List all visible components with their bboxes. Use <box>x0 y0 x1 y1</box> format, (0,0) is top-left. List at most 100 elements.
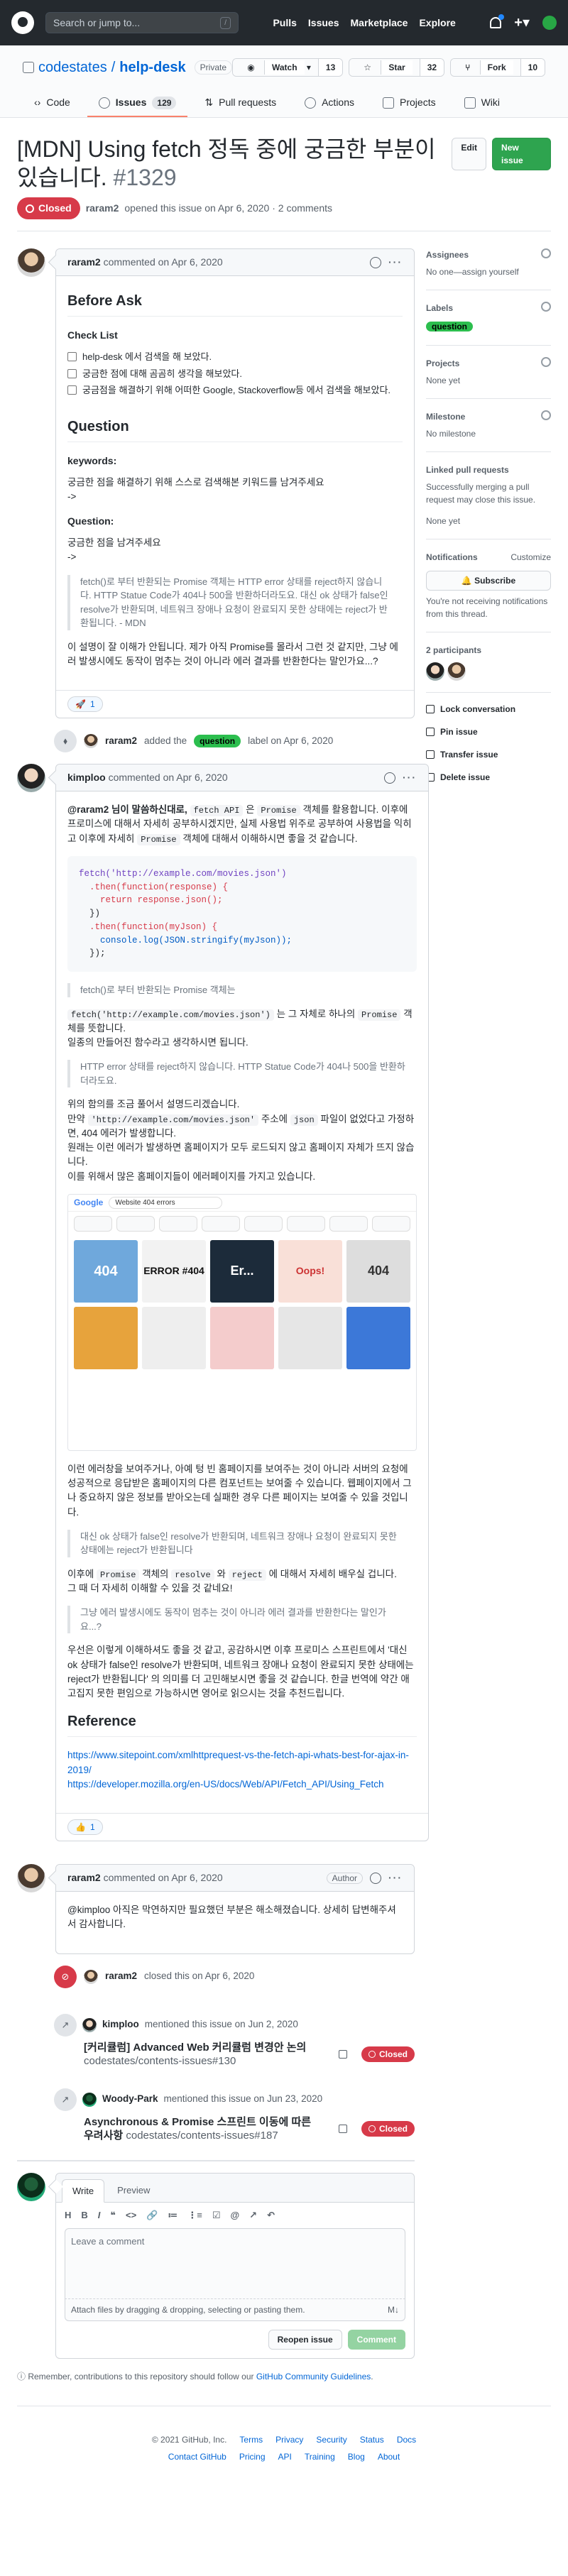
xref-actor[interactable]: kimploo <box>102 2017 139 2032</box>
xref-link[interactable]: [커리큘럼] Advanced Web 커리큘럼 변경안 논의 codestate… <box>84 2041 318 2068</box>
task-checkbox[interactable] <box>67 352 77 362</box>
footer-link-training[interactable]: Training <box>305 2450 335 2463</box>
avatar[interactable] <box>17 764 45 792</box>
repo-name-link[interactable]: help-desk <box>119 57 185 78</box>
lock-conversation-action[interactable]: Lock conversation <box>426 703 551 716</box>
tab-issues[interactable]: Issues 129 <box>87 89 188 117</box>
comment-author[interactable]: kimploo <box>67 772 106 783</box>
label-question[interactable]: question <box>426 322 473 331</box>
repo-owner-link[interactable]: codestates <box>38 57 107 78</box>
comment-timestamp[interactable]: commented on Apr 6, 2020 <box>104 256 223 268</box>
edit-button[interactable]: Edit <box>452 138 487 170</box>
footer-link-pricing[interactable]: Pricing <box>239 2450 266 2463</box>
kebab-icon[interactable]: ··· <box>388 1872 403 1883</box>
gear-icon[interactable] <box>541 357 551 367</box>
unordered-list-icon[interactable]: ≔ <box>168 2208 178 2223</box>
nav-explore[interactable]: Explore <box>419 16 455 31</box>
quote-icon[interactable]: ❝ <box>110 2208 116 2223</box>
gear-icon[interactable] <box>541 248 551 258</box>
reply-icon[interactable]: ↶ <box>267 2208 275 2223</box>
comment-timestamp[interactable]: commented on Apr 6, 2020 <box>109 772 228 783</box>
plus-icon[interactable]: +▾ <box>514 12 530 33</box>
tab-actions[interactable]: Actions <box>293 89 366 117</box>
customize-link[interactable]: Customize <box>510 551 551 564</box>
code-icon[interactable]: <> <box>126 2208 136 2223</box>
search-input[interactable]: Search or jump to... / <box>45 12 239 33</box>
delete-issue-action[interactable]: Delete issue <box>426 771 551 784</box>
footer-link-about[interactable]: About <box>378 2450 400 2463</box>
link-icon[interactable]: 🔗 <box>146 2208 158 2223</box>
kebab-icon[interactable]: ··· <box>403 772 417 783</box>
reaction-thumbs-up[interactable]: 👍 1 <box>67 1819 103 1835</box>
new-issue-button[interactable]: New issue <box>492 138 551 170</box>
ordered-list-icon[interactable]: ⋮≡ <box>187 2208 202 2223</box>
footer-link-terms[interactable]: Terms <box>239 2433 263 2446</box>
avatar[interactable] <box>82 2092 97 2107</box>
nav-marketplace[interactable]: Marketplace <box>351 16 408 31</box>
comment-textarea[interactable]: Leave a comment <box>65 2227 405 2299</box>
avatar[interactable] <box>17 248 45 277</box>
avatar[interactable] <box>17 1864 45 1892</box>
task-list-icon[interactable]: ☑ <box>212 2208 221 2223</box>
event-actor[interactable]: raram2 <box>105 734 137 748</box>
bold-icon[interactable]: B <box>81 2208 87 2223</box>
footer-link-docs[interactable]: Docs <box>397 2433 416 2446</box>
avatar[interactable] <box>82 2017 97 2032</box>
smiley-icon[interactable] <box>370 1873 381 1885</box>
xref-link[interactable]: Asynchronous & Promise 스프린트 이동에 따른 우려사항 … <box>84 2115 318 2143</box>
comment-author[interactable]: raram2 <box>67 256 101 268</box>
avatar[interactable] <box>84 1969 98 1984</box>
avatar[interactable] <box>426 662 444 681</box>
tab-wiki[interactable]: Wiki <box>453 89 511 117</box>
footer-link-privacy[interactable]: Privacy <box>275 2433 303 2446</box>
comment-timestamp[interactable]: commented on Apr 6, 2020 <box>104 1872 223 1883</box>
tab-code[interactable]: ‹› Code <box>23 89 82 117</box>
pin-issue-action[interactable]: Pin issue <box>426 725 551 738</box>
issue-opener-link[interactable]: raram2 <box>86 201 119 216</box>
comment-button[interactable]: Comment <box>347 2329 405 2350</box>
fork-button[interactable]: ⑂ Fork 10 <box>450 58 545 77</box>
tab-preview[interactable]: Preview <box>107 2179 160 2203</box>
task-checkbox[interactable] <box>67 385 77 395</box>
heading-icon[interactable]: H <box>65 2208 71 2223</box>
nav-issues[interactable]: Issues <box>308 16 339 31</box>
star-button[interactable]: ☆ Star 32 <box>349 58 445 77</box>
sidebar-text[interactable]: No one—assign yourself <box>426 265 551 278</box>
event-actor[interactable]: raram2 <box>105 1969 137 1983</box>
reopen-issue-button[interactable]: Reopen issue <box>268 2329 342 2350</box>
reaction-rocket[interactable]: 🚀 1 <box>67 696 103 712</box>
comment-author[interactable]: raram2 <box>67 1872 101 1883</box>
bell-icon[interactable] <box>490 14 505 28</box>
footer-link-security[interactable]: Security <box>316 2433 346 2446</box>
guidelines-link[interactable]: GitHub Community Guidelines <box>256 2372 371 2382</box>
reference-link[interactable]: https://developer.mozilla.org/en-US/docs… <box>67 1779 383 1790</box>
watch-button[interactable]: ◉ Watch ▾ 13 <box>232 58 344 77</box>
xref-actor[interactable]: Woody-Park <box>102 2092 158 2106</box>
mention-icon[interactable]: @ <box>230 2208 239 2223</box>
reference-link[interactable]: https://www.sitepoint.com/xmlhttprequest… <box>67 1750 409 1775</box>
embedded-screenshot[interactable]: Google Website 404 errors 404 ERROR #404… <box>67 1193 417 1451</box>
task-checkbox[interactable] <box>67 368 77 378</box>
smiley-icon[interactable] <box>384 772 395 784</box>
avatar[interactable] <box>447 662 466 681</box>
smiley-icon[interactable] <box>370 257 381 269</box>
footer-link-api[interactable]: API <box>278 2450 292 2463</box>
tab-pull-requests[interactable]: ⇅ Pull requests <box>193 89 288 117</box>
italic-icon[interactable]: I <box>98 2208 101 2223</box>
tab-projects[interactable]: Projects <box>371 89 447 117</box>
watch-count[interactable]: 13 <box>317 59 343 76</box>
tab-write[interactable]: Write <box>62 2178 105 2203</box>
transfer-issue-action[interactable]: Transfer issue <box>426 748 551 761</box>
gear-icon[interactable] <box>541 302 551 312</box>
avatar[interactable] <box>17 2172 45 2201</box>
footer-link-status[interactable]: Status <box>360 2433 384 2446</box>
star-count[interactable]: 32 <box>419 59 444 76</box>
label-question[interactable]: question <box>194 735 241 747</box>
github-logo-icon[interactable] <box>11 11 34 34</box>
avatar[interactable] <box>84 734 98 748</box>
cross-reference-icon[interactable]: ↗ <box>249 2208 257 2223</box>
kebab-icon[interactable]: ··· <box>388 256 403 268</box>
avatar[interactable] <box>542 16 557 30</box>
fork-count[interactable]: 10 <box>520 59 545 76</box>
attach-files-bar[interactable]: Attach files by dragging & dropping, sel… <box>65 2298 405 2321</box>
